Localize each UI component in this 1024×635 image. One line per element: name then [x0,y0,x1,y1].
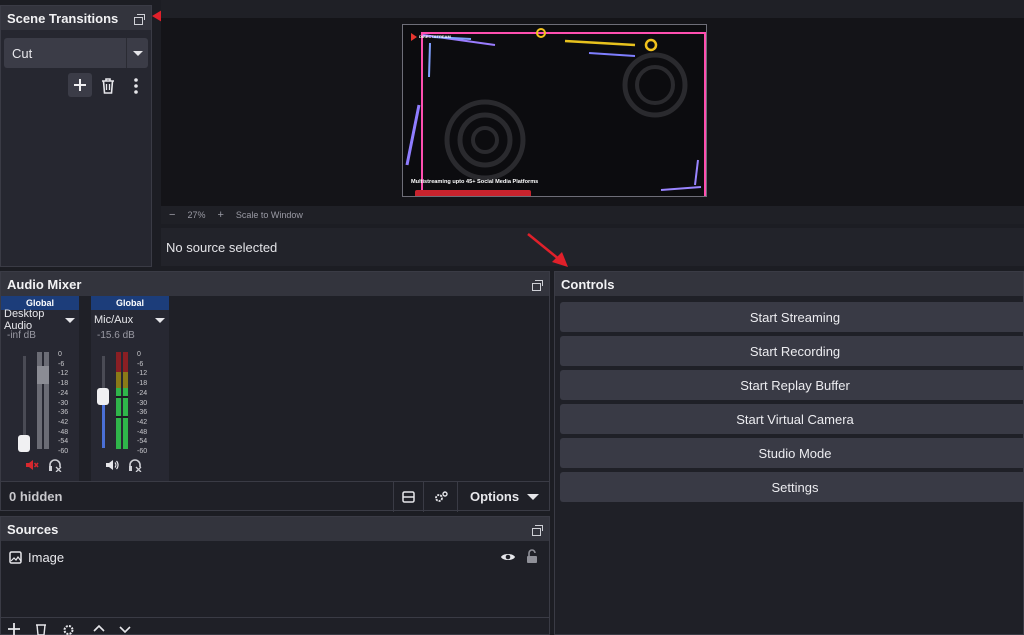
settings-button[interactable]: Settings [560,472,1024,502]
controls-title: Controls [561,276,615,292]
mixer-channel-desktop-audio: Global Desktop Audio -inf dB 0 -6 -12 -18 -2… [1,296,79,481]
scene-transitions-header: Scene Transitions [1,6,151,30]
undock-icon[interactable] [532,279,543,291]
trash-icon[interactable] [35,623,47,635]
transition-select[interactable]: Cut [4,38,148,68]
chevron-down-icon[interactable] [155,317,165,323]
start-replay-buffer-button[interactable]: Start Replay Buffer [560,370,1024,400]
channel-name-menu[interactable]: Mic/Aux [91,310,169,330]
undock-icon[interactable] [532,524,543,536]
sources-header: Sources [1,517,549,541]
audio-mixer-title: Audio Mixer [7,276,82,292]
move-down-icon[interactable] [119,623,131,635]
more-vertical-icon [134,78,138,94]
plus-icon [74,79,86,91]
start-recording-button[interactable]: Start Recording [560,336,1024,366]
zoom-level: 27% [187,210,206,220]
layout-icon [402,490,415,503]
visibility-eye-icon[interactable] [500,551,516,563]
channel-name: Desktop Audio [4,308,45,332]
source-item-label: Image [28,549,65,565]
sources-dock: Sources Image [0,516,550,635]
preview-canvas[interactable]: DIRECTSTREAM Multistreaming upto 45+ Soc… [402,24,707,197]
annotation-arrow-icon [527,233,568,267]
channel-db-readout: -inf dB [7,330,36,341]
start-streaming-button[interactable]: Start Streaming [560,302,1024,332]
brand-logo-text: DIRECTSTREAM [419,34,451,39]
audio-mixer-header: Audio Mixer [1,272,549,296]
transition-properties-button[interactable] [128,75,144,97]
trash-icon [102,78,114,94]
muted-speaker-icon[interactable] [25,459,39,471]
transition-select-value: Cut [12,45,33,61]
level-meter-red [123,352,128,372]
controls-header: Controls [555,272,1023,296]
chevron-down-icon [527,493,540,500]
chevron-down-icon[interactable] [65,317,75,323]
advanced-audio-button[interactable] [423,481,457,512]
meter-gap [116,396,128,398]
meter-gap [116,416,128,418]
properties-bar: No source selected [161,228,1024,266]
volume-fader-handle[interactable] [18,435,30,452]
add-transition-button[interactable] [68,73,92,97]
volume-fader-track[interactable] [23,356,26,446]
channel-global-badge: Global [91,296,169,310]
level-meter-red [116,352,121,372]
image-icon [9,550,22,564]
sources-toolbar [1,617,549,635]
scene-transitions-dock: Scene Transitions Cut [0,5,152,267]
vertical-layout-button[interactable] [393,481,423,512]
level-meter-yellow [123,372,128,388]
meter-scale: 0 -6 -12 -18 -24 -30 -36 -42 -48 -54 -60 [137,351,148,456]
preview-top-strip [161,0,1024,18]
audio-mixer-footer: 0 hidden Options [1,481,549,512]
undock-icon[interactable] [134,13,145,25]
gear-icon [434,490,448,502]
volume-fader-handle[interactable] [97,388,109,405]
channel-name-menu[interactable]: Desktop Audio [1,308,79,332]
preview-zoom-bar: − 27% + Scale to Window [161,206,1024,224]
options-label: Options [470,489,520,504]
controls-dock: Controls Start Streaming Start Recording… [554,271,1024,635]
remove-transition-button[interactable] [98,75,118,97]
lock-icon[interactable] [526,549,538,564]
scale-to-window-button[interactable]: Scale to Window [236,210,303,220]
channel-name: Mic/Aux [94,314,134,326]
zoom-out-button[interactable]: − [169,209,175,221]
options-menu-button[interactable]: Options [457,481,540,512]
chevron-down-icon[interactable] [126,38,148,68]
add-source-icon[interactable] [8,623,20,635]
source-item-image[interactable]: Image [1,545,549,569]
headphones-monitor-icon[interactable] [48,458,62,472]
channel-db-readout: -15.6 dB [97,330,135,341]
stream-overlay-graphic [405,28,706,196]
move-up-icon[interactable] [93,623,105,635]
studio-mode-button[interactable]: Studio Mode [560,438,1024,468]
meter-scale: 0 -6 -12 -18 -24 -30 -36 -42 -48 -54 -60 [58,351,69,456]
headphones-monitor-icon[interactable] [128,458,142,472]
level-meter-peak [37,366,49,384]
mixer-channel-mic-aux: Global Mic/Aux -15.6 dB 0 -6 -12 -18 -24 -30-… [91,296,169,481]
overlay-caption: Multistreaming upto 45+ Social Media Pla… [411,179,539,185]
gear-icon[interactable] [62,623,75,635]
hidden-count: 0 hidden [9,489,63,504]
no-source-label: No source selected [166,239,278,255]
audio-mixer-dock: Audio Mixer Global Desktop Audio -inf dB… [0,271,550,512]
speaker-icon[interactable] [105,459,119,471]
zoom-in-button[interactable]: + [217,209,223,221]
start-virtual-camera-button[interactable]: Start Virtual Camera [560,404,1024,434]
level-meter-yellow [116,372,121,388]
scene-transitions-title: Scene Transitions [7,10,119,26]
sources-title: Sources [7,521,59,537]
